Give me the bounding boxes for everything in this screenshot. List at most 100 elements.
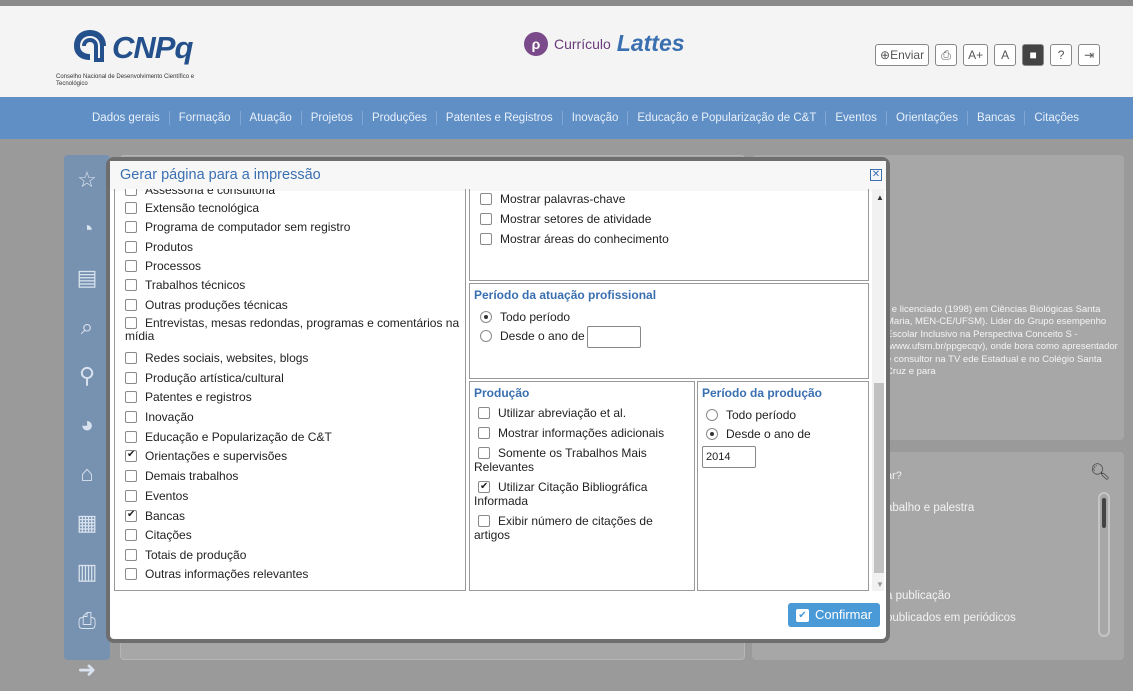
exit-icon[interactable]: ⇥	[1078, 44, 1101, 66]
close-icon[interactable]: ✕	[870, 169, 882, 181]
magnifier-icon[interactable]: 🔍︎	[1090, 462, 1110, 482]
nav-item[interactable]: Citações	[1024, 111, 1088, 125]
producao-option-row[interactable]: Exibir número de citações de artigos	[474, 514, 689, 542]
radio-unselected[interactable]	[480, 330, 492, 343]
list-fragment-1[interactable]: abalho e palestra	[886, 502, 974, 514]
section-checkbox-row[interactable]: Trabalhos técnicos	[125, 278, 245, 292]
font-increase-button[interactable]: A+	[963, 44, 989, 66]
atuacao-desde-radio[interactable]: Desde o ano de	[480, 326, 641, 348]
nav-item[interactable]: Formação	[168, 111, 240, 125]
section-checkbox-row[interactable]: Citações	[125, 528, 192, 542]
section-checkbox-row[interactable]: Patentes e registros	[125, 390, 252, 404]
checkbox[interactable]	[478, 447, 490, 459]
checkbox[interactable]	[125, 202, 137, 214]
section-checkbox-row[interactable]: Programa de computador sem registro	[125, 220, 350, 234]
checkbox[interactable]	[125, 391, 137, 403]
list-fragment-3[interactable]: publicados em periódicos	[886, 612, 1016, 624]
checkbox[interactable]	[125, 449, 137, 462]
section-checkbox-row[interactable]: Outras informações relevantes	[125, 567, 308, 581]
radio-unselected[interactable]	[706, 409, 718, 421]
checkbox[interactable]	[125, 221, 137, 233]
section-checkbox-row[interactable]: Educação e Popularização de C&T	[125, 430, 332, 444]
document-icon[interactable]: ▦	[64, 498, 110, 547]
search-doc-icon[interactable]: ⌕	[64, 302, 110, 351]
atuacao-year-input[interactable]	[586, 326, 641, 348]
printer-icon[interactable]: ⎙	[935, 44, 958, 66]
checkbox[interactable]	[125, 431, 137, 443]
nav-item[interactable]: Dados gerais	[92, 111, 169, 125]
scroll-thumb[interactable]	[874, 383, 884, 573]
export-icon[interactable]: ➜	[64, 645, 110, 691]
section-checkbox-row[interactable]: Eventos	[125, 489, 188, 503]
scroll-down-icon[interactable]: ▼	[876, 580, 884, 589]
font-normal-button[interactable]: A	[994, 44, 1017, 66]
checkbox[interactable]	[478, 407, 490, 419]
checkbox[interactable]	[125, 189, 137, 196]
nav-item[interactable]: Bancas	[966, 111, 1024, 125]
section-checkbox-row[interactable]: Entrevistas, mesas redondas, programas e…	[115, 317, 460, 343]
checkbox[interactable]	[478, 515, 490, 527]
producao-option-row[interactable]: Utilizar Citação Bibliográfica Informada	[474, 480, 689, 508]
nav-item[interactable]: Eventos	[825, 111, 886, 125]
section-checkbox-row[interactable]: Outras produções técnicas	[125, 298, 288, 312]
search-icon[interactable]: ⚲	[64, 351, 110, 400]
pages-icon[interactable]: ▥	[64, 547, 110, 596]
nav-item[interactable]: Inovação	[561, 111, 628, 125]
checkbox[interactable]	[480, 233, 492, 245]
nav-item[interactable]: Patentes e Registros	[435, 111, 562, 125]
checkbox[interactable]	[125, 260, 137, 272]
right-scrollbar[interactable]	[1098, 492, 1110, 637]
list-fragment-2[interactable]: a publicação	[886, 590, 951, 602]
print-side-icon[interactable]: ⎙	[64, 596, 110, 645]
confirm-button[interactable]: ✔ Confirmar	[788, 603, 881, 627]
checkbox[interactable]	[125, 241, 137, 253]
nav-item[interactable]: Projetos	[300, 111, 362, 125]
checkbox[interactable]	[125, 470, 137, 482]
checkbox[interactable]	[480, 213, 492, 225]
display-option-row[interactable]: Mostrar áreas do conhecimento	[480, 232, 669, 246]
checkbox[interactable]	[125, 279, 137, 291]
contrast-button[interactable]: ■	[1022, 44, 1045, 66]
institution-icon[interactable]: ⌂	[64, 449, 110, 498]
section-checkbox-row[interactable]: Totais de produção	[125, 548, 246, 562]
display-option-row[interactable]: Mostrar setores de atividade	[480, 212, 651, 226]
section-checkbox-row[interactable]: Demais trabalhos	[125, 469, 238, 483]
palette-icon[interactable]: ◕	[64, 400, 110, 449]
display-option-row[interactable]: Mostrar palavras-chave	[480, 192, 625, 206]
scroll-up-icon[interactable]: ▲	[876, 193, 884, 202]
checkbox[interactable]	[478, 480, 490, 494]
checkbox[interactable]	[125, 411, 137, 423]
star-icon[interactable]: ☆	[64, 155, 110, 204]
atuacao-todo-periodo-radio[interactable]: Todo período	[480, 310, 570, 324]
nav-item[interactable]: Atuação	[239, 111, 301, 125]
section-checkbox-row[interactable]: Redes sociais, websites, blogs	[125, 351, 308, 365]
section-checkbox-row[interactable]: Orientações e supervisões	[125, 449, 287, 463]
section-checkbox-row[interactable]: Processos	[125, 259, 201, 273]
producao-desde-radio[interactable]: Desde o ano de	[706, 427, 811, 441]
producao-option-row[interactable]: Mostrar informações adicionais	[474, 426, 689, 440]
radio-selected[interactable]	[706, 428, 718, 440]
section-checkbox-row[interactable]: Produtos	[125, 240, 193, 254]
section-checkbox-row[interactable]: Bancas	[125, 509, 185, 523]
section-checkbox-row[interactable]: Assessoria e consultoria	[125, 189, 275, 197]
section-checkbox-row[interactable]: Extensão tecnológica	[125, 201, 259, 215]
checkbox[interactable]	[125, 490, 137, 502]
checkbox[interactable]	[125, 568, 137, 580]
send-button[interactable]: ⊕Enviar	[875, 44, 930, 66]
checkbox[interactable]	[480, 193, 492, 205]
checkbox[interactable]	[125, 549, 137, 561]
help-button[interactable]: ?	[1050, 44, 1073, 66]
section-checkbox-row[interactable]: Produção artística/cultural	[125, 371, 284, 385]
nav-item[interactable]: Educação e Popularização de C&T	[627, 111, 825, 125]
cnpq-logo[interactable]: CNPq Conselho Nacional de Desenvolviment…	[56, 24, 222, 96]
nav-item[interactable]: Orientações	[885, 111, 967, 125]
id-card-icon[interactable]: ▤	[64, 253, 110, 302]
checkbox[interactable]	[478, 427, 490, 439]
dialog-scrollbar[interactable]: ▲ ▼	[872, 189, 884, 591]
producao-todo-periodo-radio[interactable]: Todo período	[706, 408, 796, 422]
ring-icon[interactable]: ◔	[64, 204, 110, 253]
producao-year-input[interactable]: 2014	[702, 446, 756, 468]
checkbox[interactable]	[125, 352, 137, 364]
section-checkbox-row[interactable]: Inovação	[125, 410, 194, 424]
checkbox[interactable]	[125, 529, 137, 541]
